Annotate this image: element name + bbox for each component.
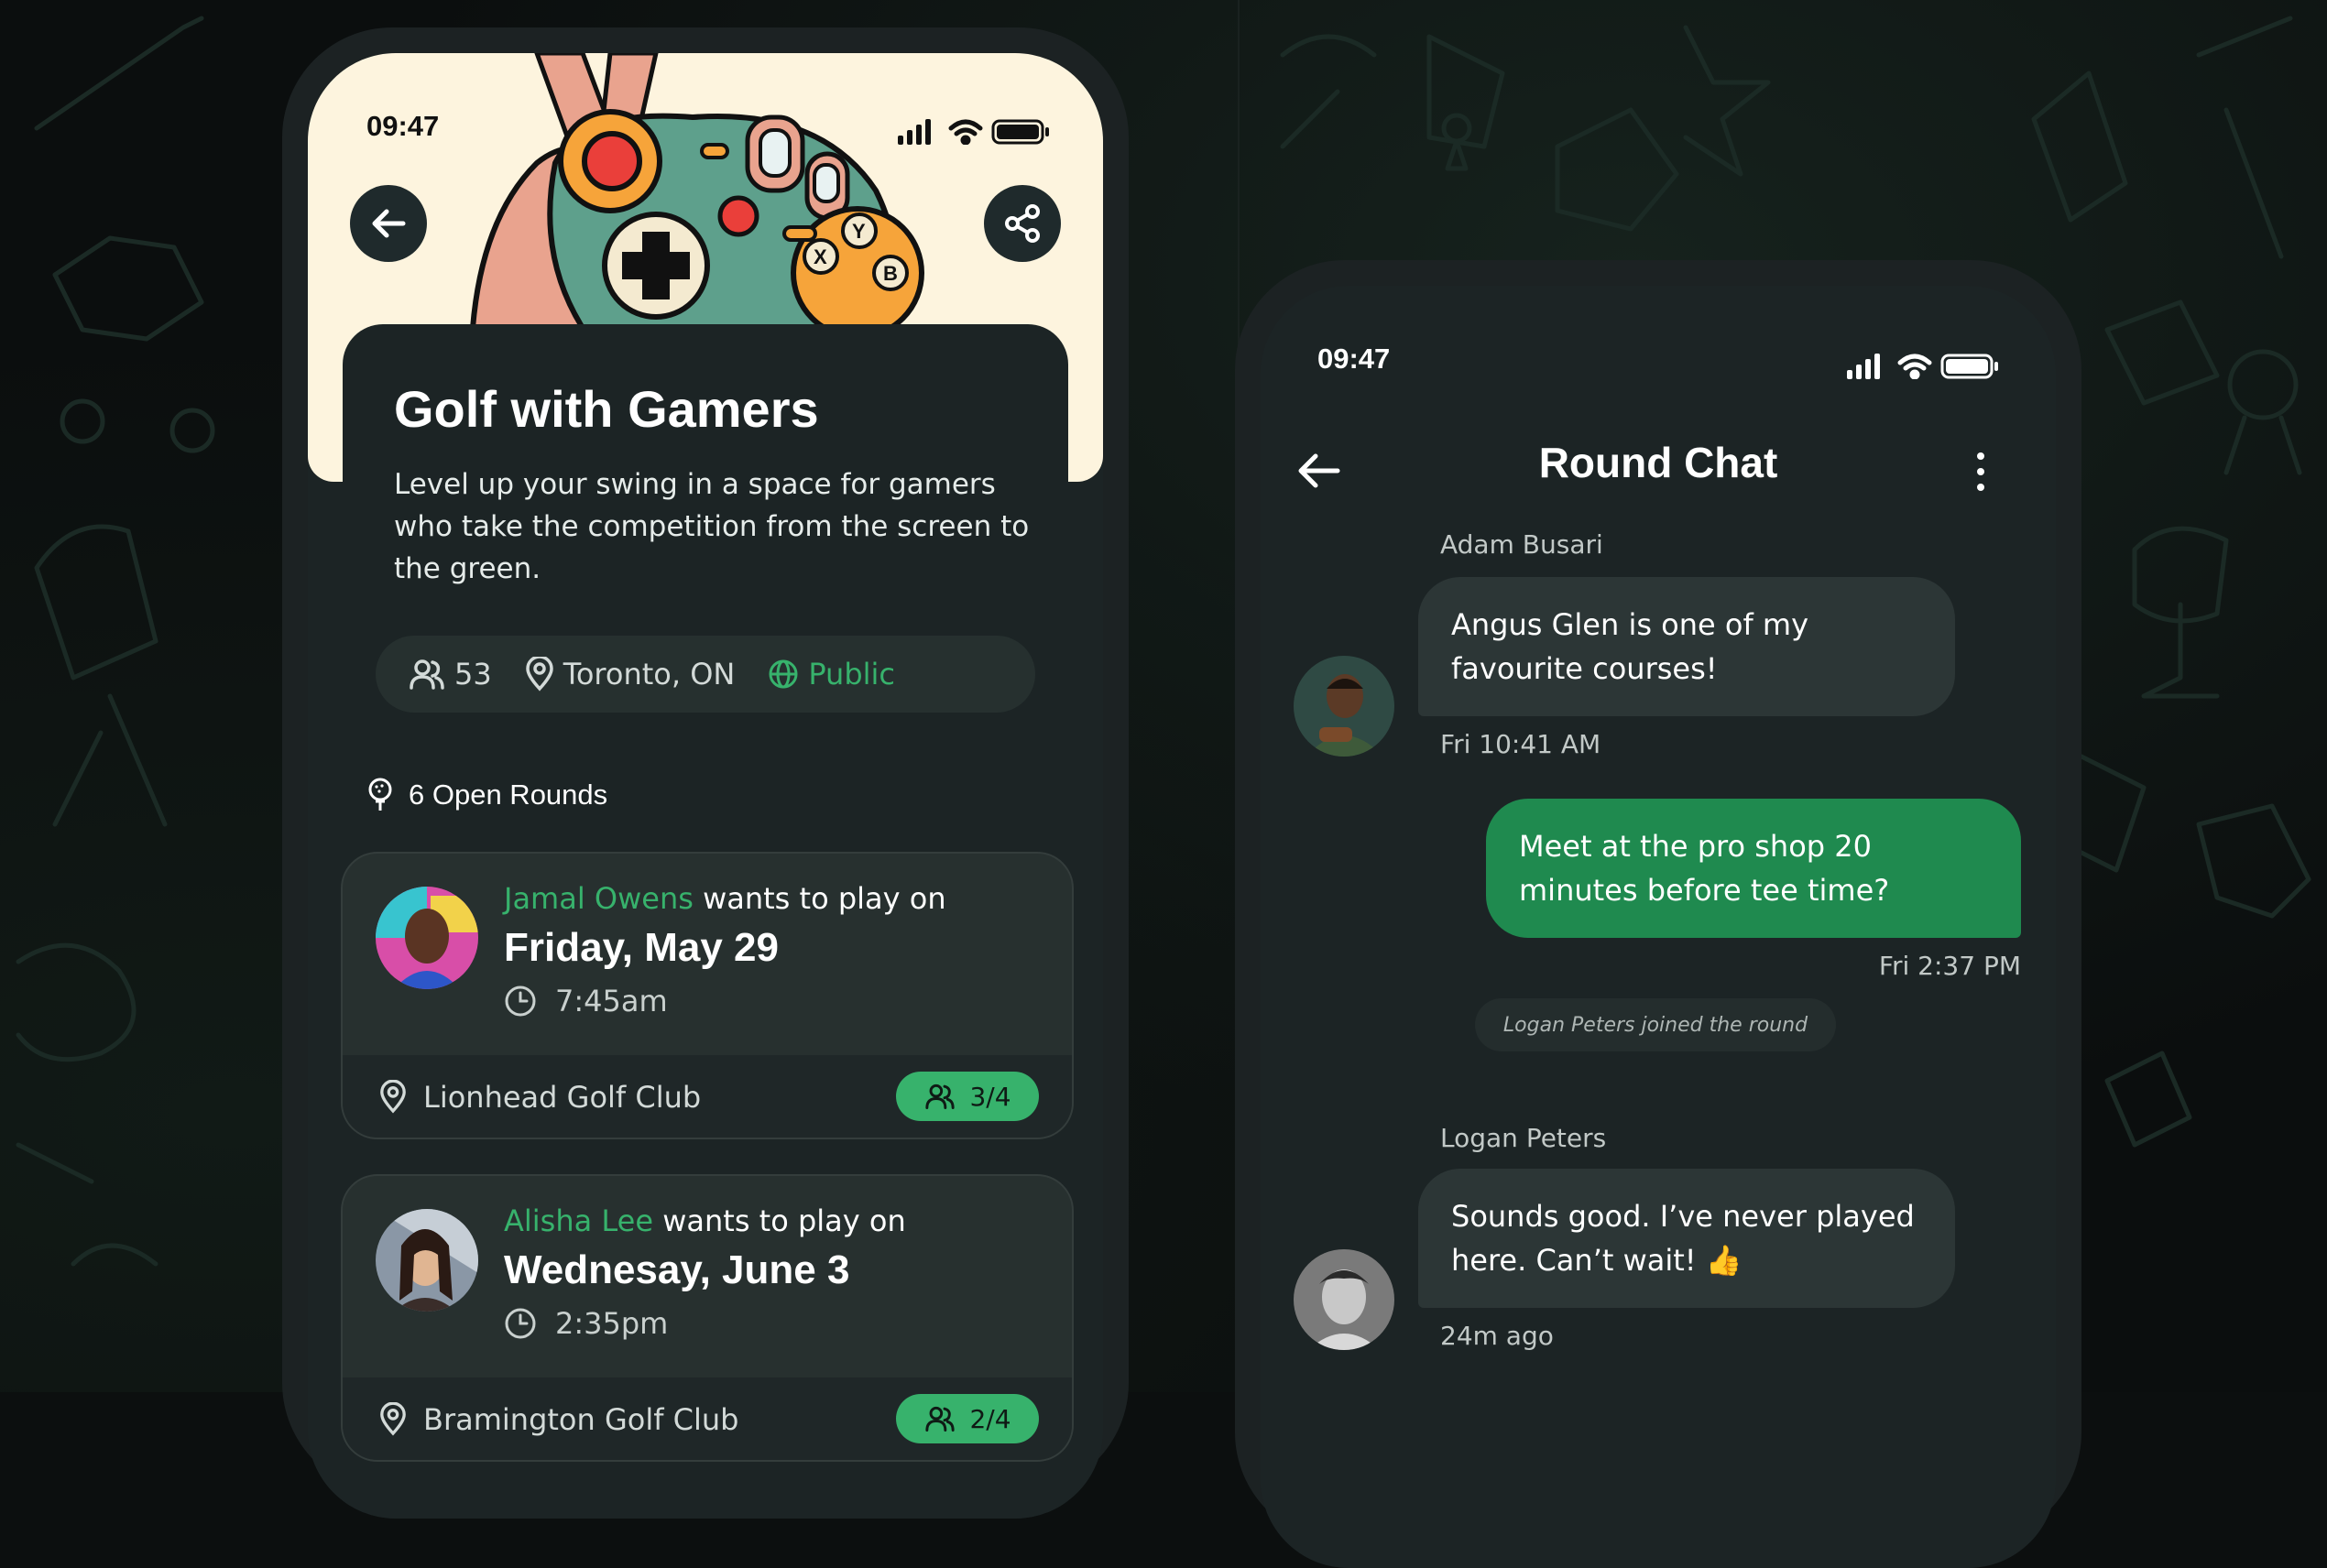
message-text: Sounds good. I’ve never played here. Can… [1451,1199,1915,1278]
visibility-badge: Public [768,657,895,691]
avatar [376,887,478,989]
status-time: 09:47 [366,110,440,142]
member-count-text: 53 [454,657,492,691]
message-bubble-incoming: Sounds good. I’ve never played here. Can… [1418,1169,1955,1308]
club-location: Bramington Golf Club [379,1402,738,1437]
message-sender: Logan Peters [1440,1123,1607,1153]
chat-header: Round Chat [1261,414,2056,506]
share-icon [1005,204,1040,243]
round-card-jamal[interactable]: Jamal Owens wants to play on Friday, May… [341,852,1074,1139]
group-location: Toronto, ON [525,657,736,691]
kebab-menu-icon[interactable] [1975,451,1986,493]
globe-icon [769,659,798,689]
round-time: 7:45am [504,984,668,1018]
back-arrow-icon [372,209,406,238]
group-detail-screen: X Y B 09:47 Golf with Gamers Level up yo… [308,53,1103,1519]
club-location: Lionhead Golf Club [379,1080,701,1115]
clock-icon [505,1308,536,1339]
gamepad-illustration: X Y B [469,53,924,328]
member-count[interactable]: 53 [409,657,492,691]
club-name: Lionhead Golf Club [423,1080,702,1115]
avatar [376,1209,478,1312]
battery-icon [991,119,1049,145]
message-bubble-incoming: Angus Glen is one of my favourite course… [1418,577,1955,716]
group-title: Golf with Gamers [394,380,819,438]
signal-icon [898,119,931,145]
people-icon [925,1083,956,1109]
message-text: Angus Glen is one of my favourite course… [1451,607,1809,686]
svg-text:Y: Y [852,220,866,243]
spots-badge[interactable]: 2/4 [896,1394,1039,1443]
location-pin-icon [525,657,553,691]
spots-text: 3/4 [969,1081,1011,1112]
message-time: 24m ago [1440,1321,1554,1351]
message-text: Meet at the pro shop 20 minutes before t… [1519,829,1890,908]
player-name[interactable]: Alisha Lee [504,1203,653,1238]
round-card-footer: Bramington Golf Club 2/4 [343,1377,1072,1460]
clock-icon [505,985,536,1017]
location-text: Toronto, ON [563,657,736,691]
round-date: Wednesay, June 3 [504,1247,850,1292]
share-button[interactable] [984,185,1061,262]
club-name: Bramington Golf Club [423,1402,739,1437]
round-date: Friday, May 29 [504,925,779,970]
status-icons [1847,352,2003,383]
svg-text:B: B [883,262,898,285]
invite-suffix: wants to play on [662,1203,906,1238]
golf-ball-tee-icon [368,778,392,811]
round-time-text: 2:35pm [555,1306,669,1341]
open-rounds-heading: 6 Open Rounds [366,777,607,813]
back-button[interactable] [350,185,427,262]
message-time: Fri 10:41 AM [1440,729,1601,759]
open-rounds-label: 6 Open Rounds [409,779,608,811]
avatar[interactable] [1294,1249,1394,1350]
status-time: 09:47 [1317,343,1391,375]
people-icon [925,1406,956,1432]
round-time-text: 7:45am [555,984,668,1018]
chat-title: Round Chat [1538,439,1778,486]
round-time: 2:35pm [504,1306,668,1341]
invite-suffix: wants to play on [703,881,946,916]
round-card-footer: Lionhead Golf Club 3/4 [343,1055,1072,1138]
avatar[interactable] [1294,656,1394,757]
people-icon [410,659,444,690]
signal-icon [1847,354,1880,379]
group-meta-bar: 53 Toronto, ON Public [376,636,1035,713]
location-pin-icon [380,1080,406,1114]
group-description: Level up your swing in a space for gamer… [394,468,1030,585]
status-icons [898,117,1054,148]
round-card-alisha[interactable]: Alisha Lee wants to play on Wednesay, Ju… [341,1174,1074,1462]
system-message: Logan Peters joined the round [1475,998,1836,1051]
player-name[interactable]: Jamal Owens [504,881,694,916]
spots-badge[interactable]: 3/4 [896,1072,1039,1121]
system-message-text: Logan Peters joined the round [1502,1013,1808,1037]
message-sender: Adam Busari [1440,529,1603,560]
round-chat-phone: 09:47 Round Chat Adam Busari Angus Glen … [1235,260,2081,1568]
round-invite-text: Alisha Lee wants to play on [504,1203,906,1238]
svg-text:X: X [814,245,827,268]
round-invite-text: Jamal Owens wants to play on [504,881,946,916]
round-chat-screen: 09:47 Round Chat Adam Busari Angus Glen … [1261,286,2056,1568]
location-pin-icon [380,1402,406,1436]
group-detail-phone: X Y B 09:47 Golf with Gamers Level up yo… [282,27,1129,1519]
wifi-icon [1897,354,1932,380]
spots-text: 2/4 [969,1403,1011,1434]
visibility-text: Public [808,657,896,691]
message-bubble-outgoing: Meet at the pro shop 20 minutes before t… [1486,799,2021,938]
message-time: Fri 2:37 PM [1878,951,2021,981]
wifi-icon [948,119,983,146]
battery-icon [1940,354,1998,379]
